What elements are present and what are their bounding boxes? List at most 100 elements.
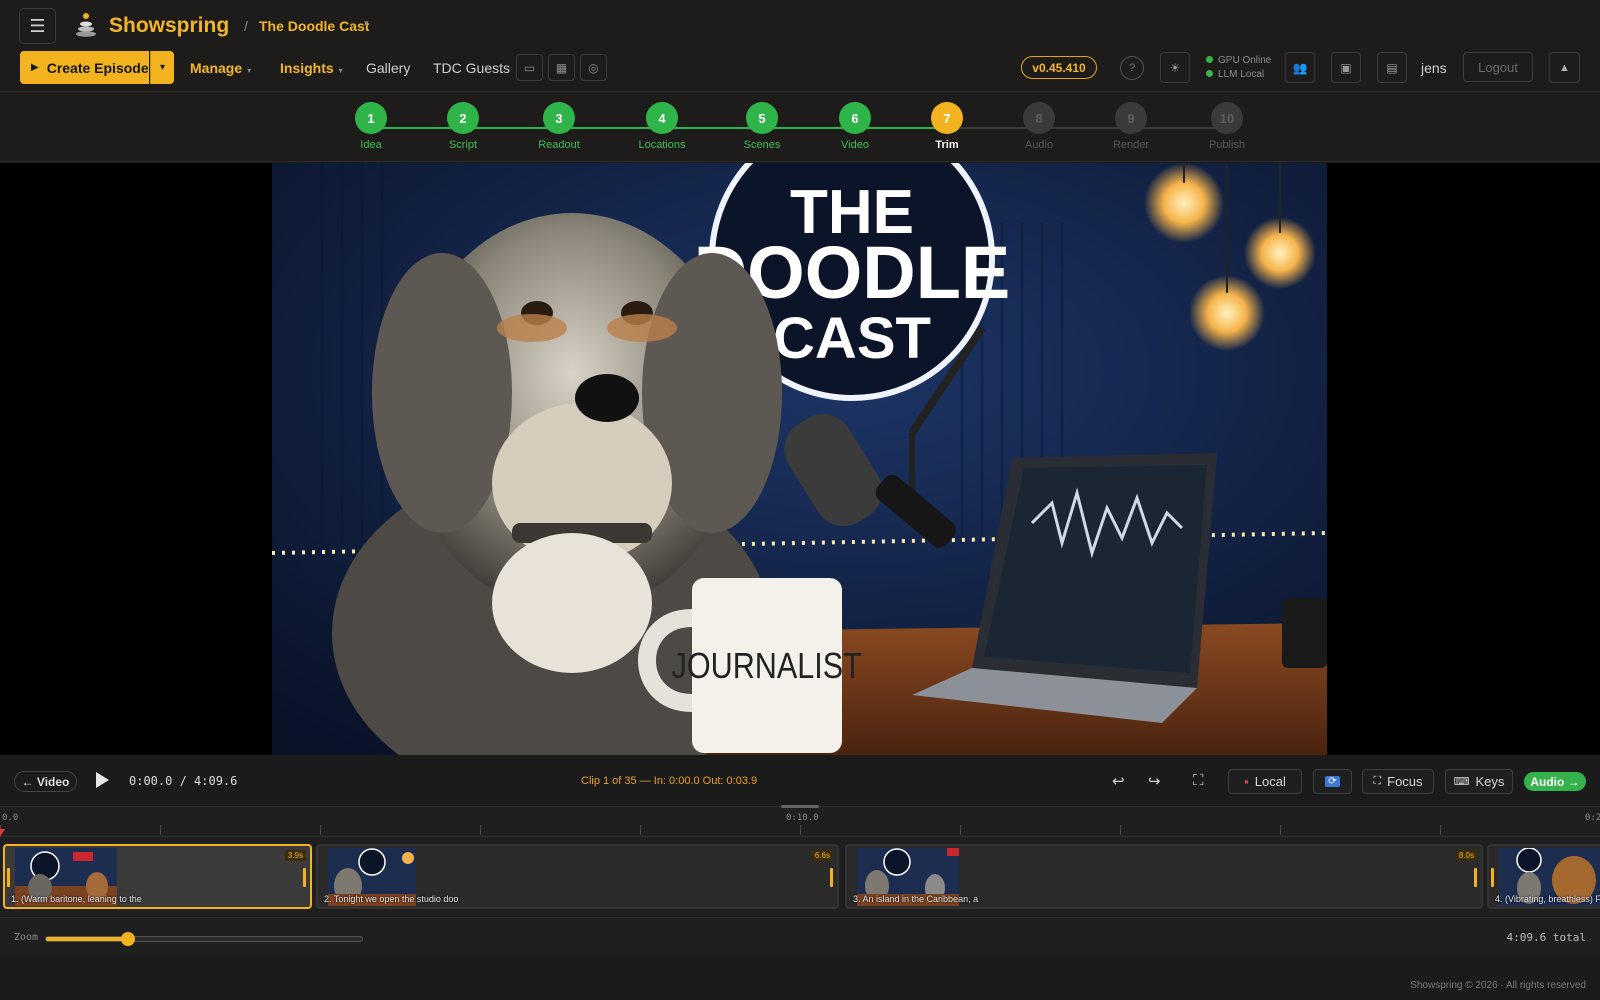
step-script[interactable]: 2 Script xyxy=(428,102,498,151)
llm-status: LLM Local xyxy=(1206,68,1271,82)
breadcrumb-separator: / xyxy=(244,18,248,34)
chat-icon[interactable]: ▤ xyxy=(1377,52,1407,83)
ruler-tick xyxy=(1120,825,1121,835)
ruler-tick xyxy=(960,825,961,835)
mug-text: JOURNALIST xyxy=(672,647,862,687)
undo-icon[interactable]: ↩ xyxy=(1112,772,1125,790)
nav-manage[interactable]: Manage ▾ xyxy=(190,60,251,76)
ruler-tick xyxy=(640,825,641,835)
step-number: 9 xyxy=(1115,102,1147,134)
llm-status-label: LLM Local xyxy=(1218,69,1265,80)
step-label: Publish xyxy=(1208,139,1246,151)
timeline-clip[interactable]: 3.9s 1. (Warm baritone, leaning to the xyxy=(3,844,312,909)
playhead-marker[interactable] xyxy=(0,829,5,837)
step-audio[interactable]: 8 Audio xyxy=(1004,102,1074,151)
timeline-clip[interactable]: 4. (Vibrating, breathless) F xyxy=(1487,844,1600,909)
step-publish[interactable]: 10 Publish xyxy=(1192,102,1262,151)
next-audio-button[interactable]: Audio → xyxy=(1524,772,1586,791)
breadcrumb-show[interactable]: The Doodle Cast xyxy=(259,18,369,34)
step-number: 1 xyxy=(355,102,387,134)
help-icon[interactable]: ? xyxy=(1120,56,1144,80)
zoom-slider[interactable] xyxy=(45,932,363,946)
clip-trim-handle-left[interactable] xyxy=(1491,868,1494,887)
clip-caption: 4. (Vibrating, breathless) F xyxy=(1495,894,1600,904)
nav-insights[interactable]: Insights ▾ xyxy=(280,60,343,76)
back-to-video-button[interactable]: ← Video xyxy=(14,771,77,792)
podcast-dog-image: THE DOODLE CAST JOURNALIST xyxy=(272,163,1327,755)
keys-button[interactable]: ⌨ Keys xyxy=(1445,769,1513,794)
username[interactable]: jens xyxy=(1421,60,1447,76)
record-icon[interactable]: ◎ xyxy=(580,54,607,81)
focus-icon: ⛶ xyxy=(1373,775,1382,787)
timeline[interactable]: 0.0 0:10.0 0:2 3.9s 1. (Warm baritone, l… xyxy=(0,805,1600,916)
refresh-icon: ⟳ xyxy=(1325,776,1340,787)
version-badge: v0.45.410 xyxy=(1021,56,1097,79)
video-frame[interactable]: THE DOODLE CAST JOURNALIST xyxy=(272,163,1327,755)
play-icon: ▶ xyxy=(31,62,39,73)
clip-duration: 3.9s xyxy=(284,850,306,861)
status-dot-icon xyxy=(1206,56,1213,63)
step-number: 2 xyxy=(447,102,479,134)
step-scenes[interactable]: 5 Scenes xyxy=(727,102,797,151)
step-number: 6 xyxy=(839,102,871,134)
step-idea[interactable]: 1 Idea xyxy=(336,102,406,151)
zoom-slider-knob[interactable] xyxy=(121,932,136,946)
step-render[interactable]: 9 Render xyxy=(1096,102,1166,151)
clip-caption: 2. Tonight we open the studio doo xyxy=(324,894,459,904)
video-viewer[interactable]: THE DOODLE CAST JOURNALIST xyxy=(0,163,1600,755)
local-save-button[interactable]: ▪ Local xyxy=(1228,769,1302,794)
collapse-up-icon[interactable]: ▲ xyxy=(1549,52,1580,83)
logout-button[interactable]: Logout xyxy=(1463,52,1533,82)
gpu-status: GPU Online xyxy=(1206,54,1271,68)
zoom-label: Zoom xyxy=(14,932,39,943)
refresh-button[interactable]: ⟳ xyxy=(1313,769,1352,794)
menu-icon[interactable]: ☰ xyxy=(19,8,56,44)
workflow-stepper: 1 Idea 2 Script 3 Readout 4 Locations 5 Scenes 6 Vi… xyxy=(0,92,1600,162)
ruler-drag-handle[interactable] xyxy=(781,805,819,808)
create-episode-dropdown[interactable]: ▾ xyxy=(150,51,174,84)
ruler-label: 0:2 xyxy=(1585,813,1600,823)
step-number: 5 xyxy=(746,102,778,134)
create-episode-button[interactable]: ▶ Create Episode xyxy=(20,51,149,84)
timecode: 0:00.0 / 4:09.6 xyxy=(129,774,238,788)
presentation-icon[interactable]: ▣ xyxy=(1331,52,1361,83)
nav-gallery[interactable]: Gallery xyxy=(366,60,410,76)
calendar-icon[interactable]: ▦ xyxy=(548,54,575,81)
redo-icon[interactable]: ↪ xyxy=(1148,772,1161,790)
step-readout[interactable]: 3 Readout xyxy=(524,102,594,151)
zoom-bar: Zoom 4:09.6 total xyxy=(0,917,1600,956)
player-controls: ← Video 0:00.0 / 4:09.6 Clip 1 of 35 — I… xyxy=(0,760,1600,804)
video-icon[interactable]: ▭ xyxy=(516,54,543,81)
users-icon[interactable]: 👥 xyxy=(1285,52,1315,83)
timeline-clip[interactable]: 6.6s 2. Tonight we open the studio doo xyxy=(316,844,839,909)
step-label: Readout xyxy=(538,139,580,151)
step-label: Audio xyxy=(1024,139,1054,151)
status-dot-icon xyxy=(1206,70,1213,77)
keyboard-icon: ⌨ xyxy=(1453,776,1470,788)
system-status: GPU Online LLM Local xyxy=(1206,54,1271,82)
play-icon[interactable] xyxy=(96,772,109,788)
step-number: 3 xyxy=(543,102,575,134)
step-trim[interactable]: 7 Trim xyxy=(912,102,982,151)
ruler-tick xyxy=(1440,825,1441,835)
clip-trim-handle-left[interactable] xyxy=(7,868,10,887)
top-bar: ☰ Showspring / The Doodle Cast ▾ ▶ Creat… xyxy=(0,0,1600,92)
clip-trim-handle-right[interactable] xyxy=(1474,868,1477,887)
nav-tdc-guests[interactable]: TDC Guests xyxy=(433,60,510,76)
step-locations[interactable]: 4 Locations xyxy=(627,102,697,151)
step-number: 4 xyxy=(646,102,678,134)
step-number: 8 xyxy=(1023,102,1055,134)
step-video[interactable]: 6 Video xyxy=(820,102,890,151)
breadcrumb-caret-icon[interactable]: ▾ xyxy=(364,18,369,29)
brand-name[interactable]: Showspring xyxy=(109,14,229,38)
step-label: Locations xyxy=(638,139,686,151)
timeline-clip[interactable]: 8.0s 3. An island in the Caribbean, a xyxy=(845,844,1483,909)
chevron-down-icon: ▾ xyxy=(247,66,252,75)
fullscreen-icon[interactable]: ⛶ xyxy=(1193,772,1204,789)
focus-button[interactable]: ⛶ Focus xyxy=(1362,769,1434,794)
theme-toggle-icon[interactable]: ☀ xyxy=(1160,52,1190,83)
clip-trim-handle-right[interactable] xyxy=(303,868,306,887)
clip-trim-handle-right[interactable] xyxy=(830,868,833,887)
step-label: Scenes xyxy=(743,139,781,151)
timeline-ruler[interactable]: 0.0 0:10.0 0:2 xyxy=(0,805,1600,837)
